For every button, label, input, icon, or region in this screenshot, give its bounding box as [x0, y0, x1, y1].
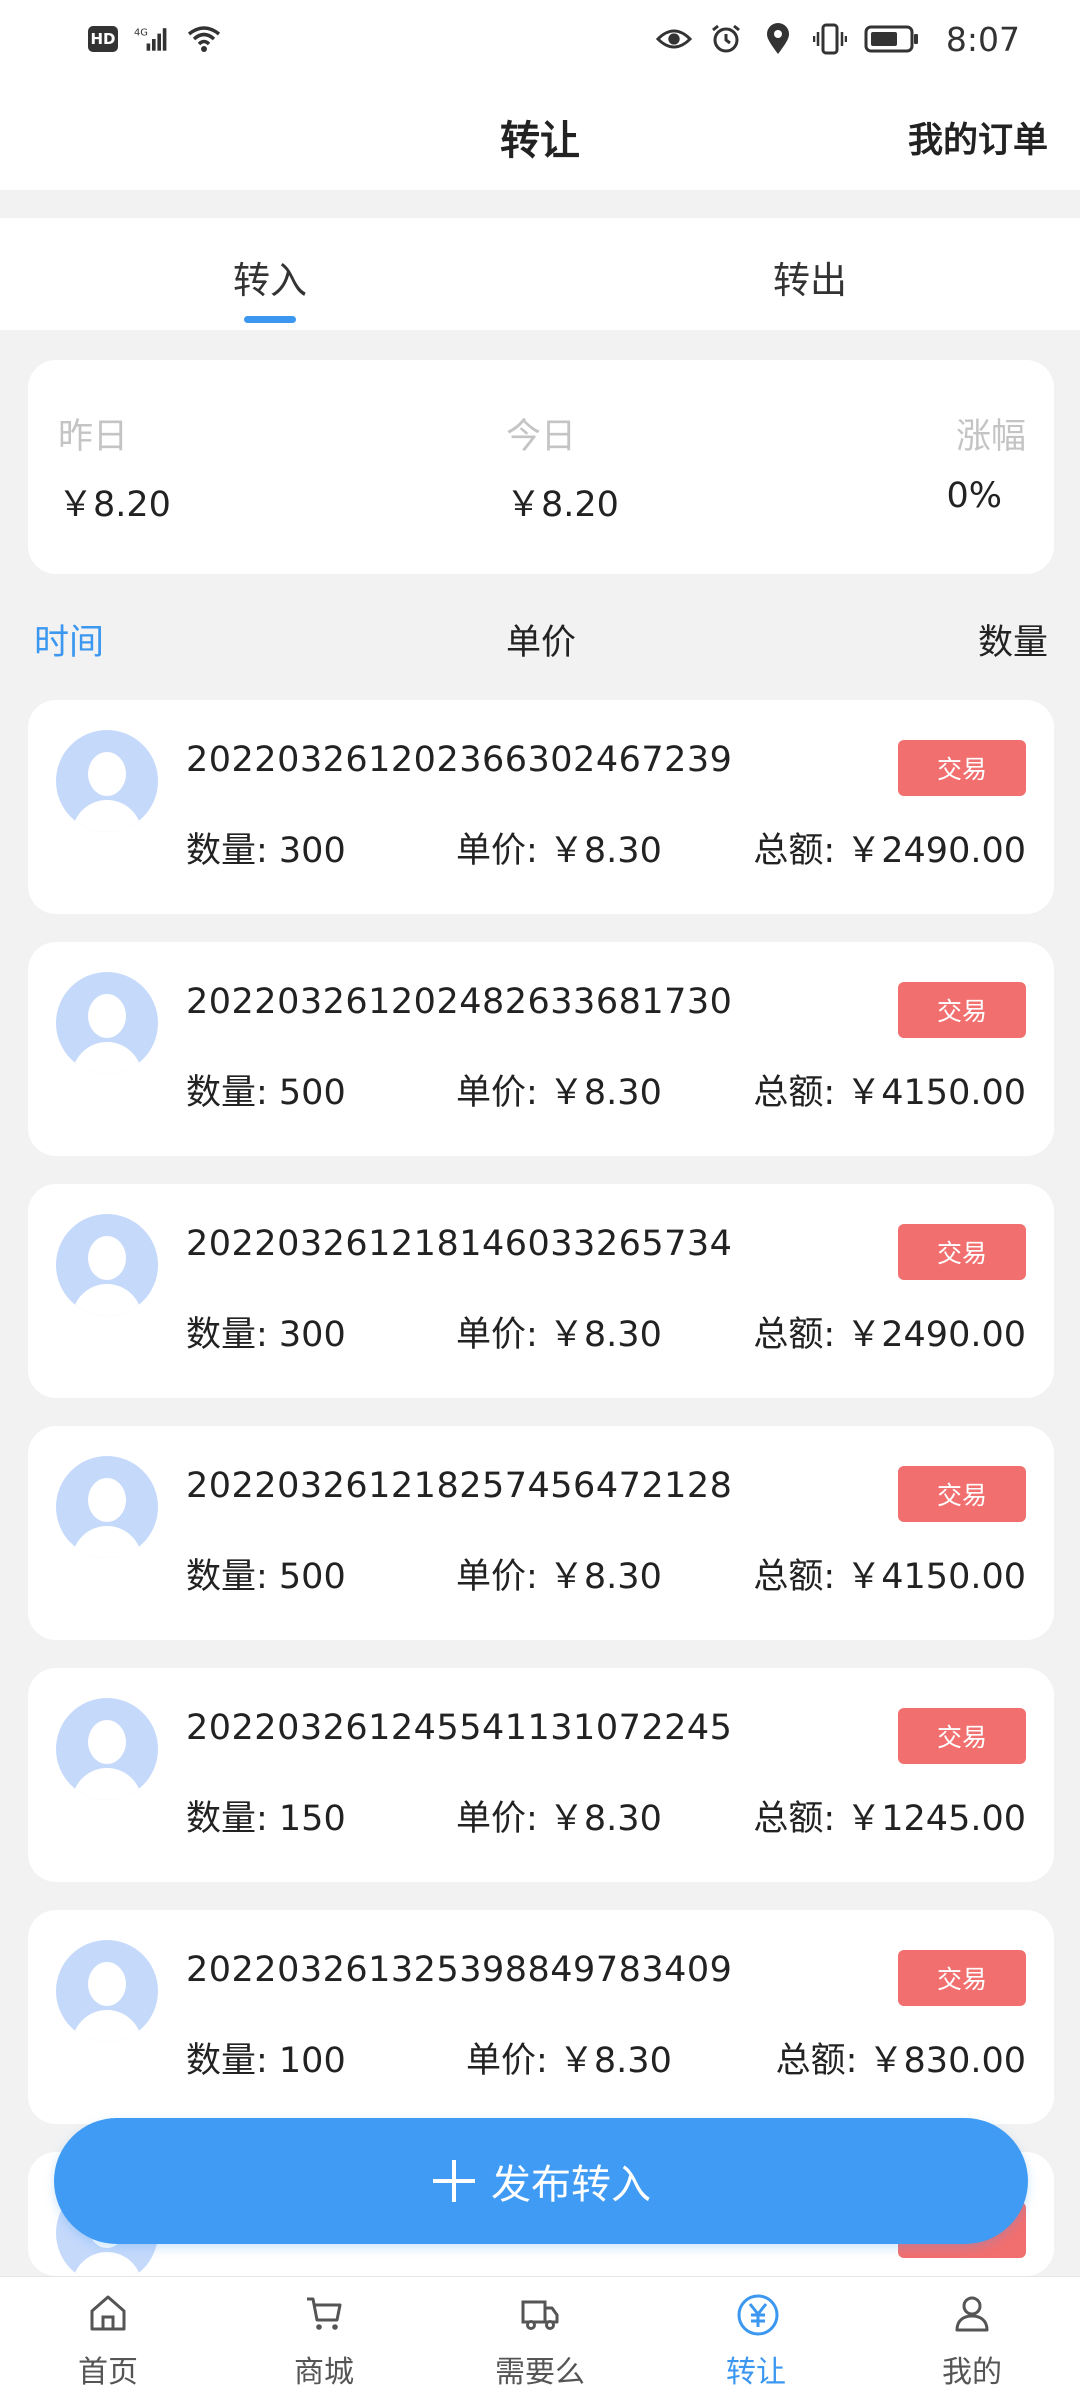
nav-item-home[interactable]: 首页: [0, 2277, 216, 2400]
avatar: [56, 1940, 158, 2042]
order-quantity: 数量: 300: [186, 1315, 346, 1355]
avatar: [56, 1456, 158, 1558]
order-id: 202203261245541131072245: [186, 1708, 733, 1748]
order-total: 总额: ￥2490.00: [753, 1315, 1026, 1355]
battery-icon: [864, 21, 920, 57]
trade-button[interactable]: 交易: [898, 1466, 1026, 1522]
trade-button[interactable]: 交易: [898, 1708, 1026, 1764]
avatar: [56, 1214, 158, 1316]
price-summary-card: 昨日 ￥8.20 今日 ￥8.20 涨幅 0%: [28, 360, 1054, 574]
nav-label: 首页: [78, 2355, 138, 2390]
svg-text:4G: 4G: [134, 27, 148, 38]
tab-bar: 转入 转出: [0, 218, 1080, 330]
user-icon: [952, 2293, 992, 2333]
signal-icon: 4G: [134, 21, 170, 57]
nav-label: 需要么: [495, 2355, 585, 2390]
order-unit-price: 单价: ￥8.30: [456, 831, 662, 871]
avatar: [56, 730, 158, 832]
bottom-nav: 首页 商城 需要么 转让 我的: [0, 2276, 1080, 2400]
vibrate-icon: [812, 21, 848, 57]
order-total: 总额: ￥830.00: [775, 2041, 1026, 2081]
hd-badge: HD: [88, 26, 118, 52]
today-label: 今日: [506, 417, 577, 457]
nav-label: 转让: [726, 2355, 786, 2390]
order-total: 总额: ￥4150.00: [753, 1557, 1026, 1597]
status-left: HD 4G: [88, 21, 222, 57]
home-icon: [88, 2293, 128, 2333]
active-tab-indicator: [244, 316, 296, 323]
avatar: [56, 972, 158, 1074]
nav-item-mine[interactable]: 我的: [864, 2277, 1080, 2400]
trade-button[interactable]: 交易: [898, 1950, 1026, 2006]
publish-button-label: 发布转入: [491, 2162, 651, 2208]
order-unit-price: 单价: ￥8.30: [456, 1073, 662, 1113]
sort-headers: 时间 单价 数量: [0, 610, 1080, 670]
change-label: 涨幅: [955, 417, 1026, 457]
order-quantity: 数量: 500: [186, 1073, 346, 1113]
order-id: 202203261325398849783409: [186, 1950, 733, 1990]
list-item[interactable]: 202203261218257456472128 交易 数量: 500 单价: …: [28, 1426, 1054, 1640]
nav-label: 我的: [942, 2355, 1002, 2390]
order-quantity: 数量: 300: [186, 831, 346, 871]
plus-icon: [431, 2158, 477, 2204]
order-id: 202203261218146033265734: [186, 1224, 733, 1264]
order-quantity: 数量: 500: [186, 1557, 346, 1597]
today-value: ￥8.20: [506, 485, 619, 525]
order-unit-price: 单价: ￥8.30: [466, 2041, 672, 2081]
sort-by-price[interactable]: 单价: [506, 614, 576, 665]
app-header: 转让 我的订单: [0, 78, 1080, 190]
yuan-icon: [736, 2293, 779, 2336]
order-quantity: 数量: 150: [186, 1799, 346, 1839]
nav-item-needs[interactable]: 需要么: [432, 2277, 648, 2400]
avatar: [56, 1698, 158, 1800]
trade-button[interactable]: 交易: [898, 1224, 1026, 1280]
trade-button[interactable]: 交易: [898, 982, 1026, 1038]
order-unit-price: 单价: ￥8.30: [456, 1799, 662, 1839]
clock: 8:07: [945, 19, 1020, 59]
nav-item-mall[interactable]: 商城: [216, 2277, 432, 2400]
my-orders-link[interactable]: 我的订单: [908, 112, 1048, 163]
summary-today: 今日 ￥8.20: [28, 360, 728, 574]
list-item[interactable]: 202203261325398849783409 交易 数量: 100 单价: …: [28, 1910, 1054, 2124]
trade-button[interactable]: 交易: [898, 740, 1026, 796]
truck-icon: [520, 2293, 560, 2333]
order-unit-price: 单价: ￥8.30: [456, 1557, 662, 1597]
nav-label: 商城: [294, 2355, 354, 2390]
tab-transfer-out[interactable]: 转出: [710, 250, 910, 304]
sort-by-quantity[interactable]: 数量: [978, 614, 1048, 665]
order-total: 总额: ￥1245.00: [753, 1799, 1026, 1839]
location-icon: [760, 21, 796, 57]
order-id: 202203261202482633681730: [186, 982, 733, 1022]
sort-by-time[interactable]: 时间: [34, 614, 104, 665]
change-value: 0%: [946, 476, 1002, 516]
status-bar: HD 4G 8:07: [0, 0, 1080, 78]
order-total: 总额: ￥4150.00: [753, 1073, 1026, 1113]
nav-item-transfer[interactable]: 转让: [648, 2277, 864, 2400]
order-id: 202203261202366302467239: [186, 740, 733, 780]
alarm-icon: [708, 21, 744, 57]
cart-icon: [304, 2293, 344, 2333]
order-quantity: 数量: 100: [186, 2041, 346, 2081]
status-right: 8:07: [655, 19, 1020, 59]
list-item[interactable]: 202203261218146033265734 交易 数量: 300 单价: …: [28, 1184, 1054, 1398]
summary-change: 涨幅 0%: [754, 360, 1054, 574]
list-item[interactable]: 202203261202482633681730 交易 数量: 500 单价: …: [28, 942, 1054, 1156]
eye-icon: [655, 21, 692, 57]
order-id: 202203261218257456472128: [186, 1466, 733, 1506]
order-unit-price: 单价: ￥8.30: [456, 1315, 662, 1355]
order-total: 总额: ￥2490.00: [753, 831, 1026, 871]
wifi-icon: [186, 21, 222, 57]
list-item[interactable]: 202203261245541131072245 交易 数量: 150 单价: …: [28, 1668, 1054, 1882]
publish-transfer-in-button[interactable]: 发布转入: [54, 2118, 1028, 2244]
tab-transfer-in[interactable]: 转入: [170, 250, 370, 304]
list-item[interactable]: 202203261202366302467239 交易 数量: 300 单价: …: [28, 700, 1054, 914]
